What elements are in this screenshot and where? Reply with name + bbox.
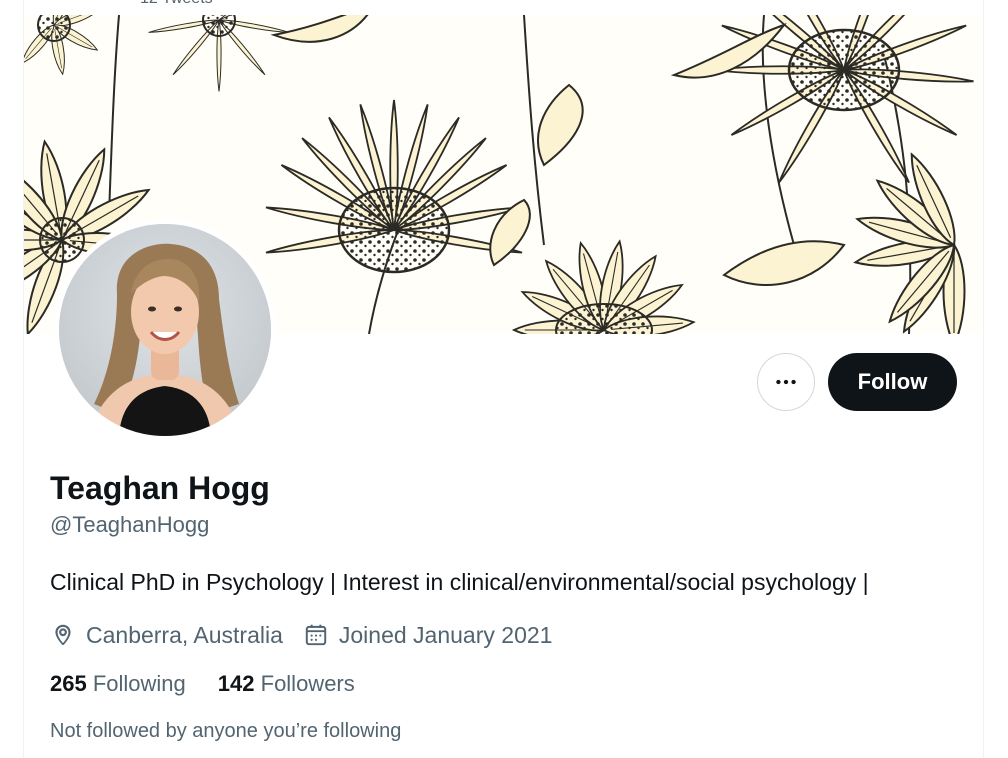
joined-item: Joined January 2021 xyxy=(303,621,553,649)
profile-meta: Canberra, Australia Joined January 2021 xyxy=(50,619,552,651)
follow-counts: 265 Following 142 Followers xyxy=(50,671,355,697)
followers-label: Followers xyxy=(260,671,355,696)
profile-column: 12 Tweets xyxy=(23,0,984,758)
followers-count: 142 xyxy=(217,671,255,696)
avatar-ring[interactable] xyxy=(54,219,276,441)
not-followed-notice: Not followed by anyone you’re following xyxy=(50,720,402,742)
user-handle: @TeaghanHogg xyxy=(50,512,210,537)
profile-bio: Clinical PhD in Psychology | Interest in… xyxy=(50,569,869,595)
follow-button[interactable]: Follow xyxy=(828,353,957,411)
profile-photo xyxy=(59,224,271,436)
location-text: Canberra, Australia xyxy=(86,621,283,648)
calendar-icon xyxy=(303,622,329,648)
following-count: 265 xyxy=(50,671,87,696)
more-horizontal-icon xyxy=(776,379,796,385)
profile-header-strip: 12 Tweets xyxy=(24,0,983,15)
followers-link[interactable]: 142 Followers xyxy=(218,671,355,697)
location-item: Canberra, Australia xyxy=(50,622,283,649)
more-options-button[interactable] xyxy=(757,353,815,411)
location-pin-icon xyxy=(50,622,76,648)
avatar[interactable] xyxy=(59,224,271,436)
following-label: Following xyxy=(92,671,186,696)
tweet-count: 12 Tweets xyxy=(140,0,213,8)
display-name: Teaghan Hogg xyxy=(50,470,270,506)
following-link[interactable]: 265 Following xyxy=(50,671,186,697)
joined-text: Joined January 2021 xyxy=(338,621,553,648)
